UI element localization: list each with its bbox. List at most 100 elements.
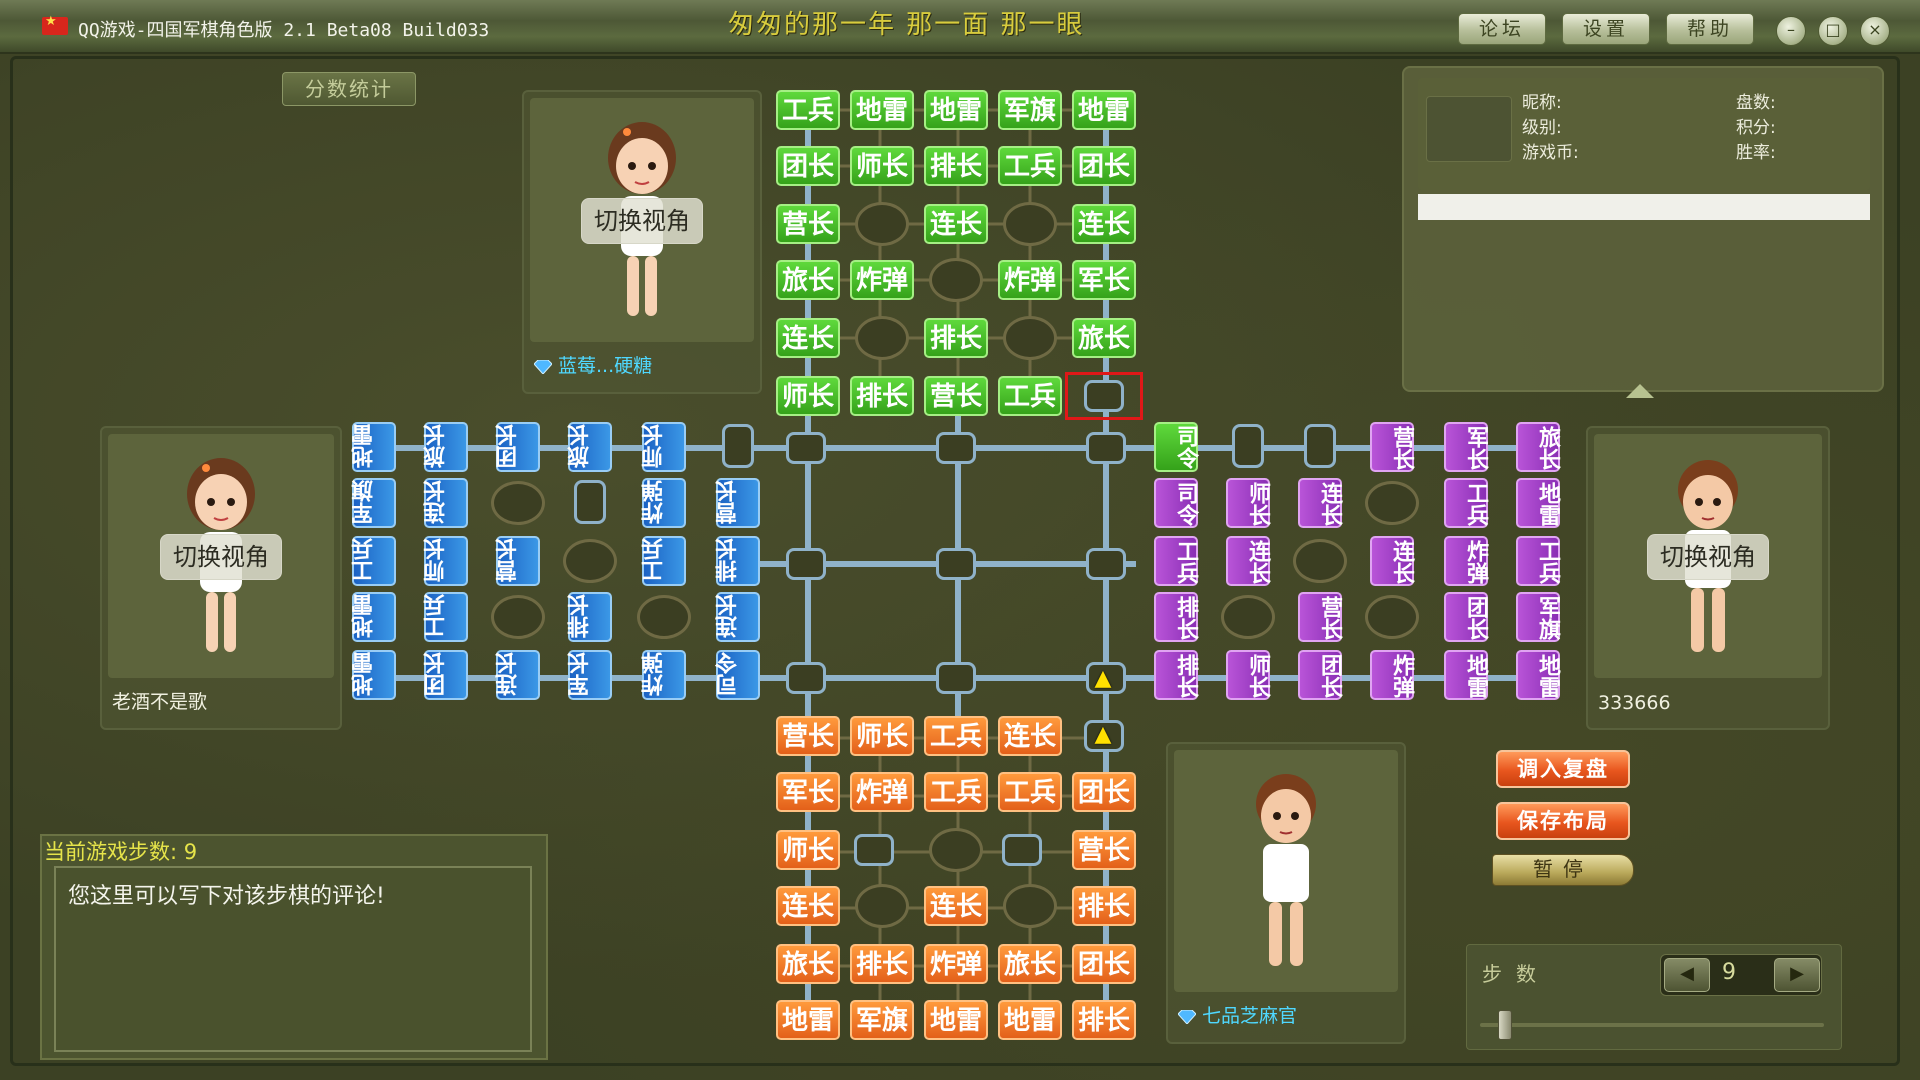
piece-orange[interactable]: 旅长 bbox=[998, 944, 1062, 984]
piece-purple[interactable]: 师长 bbox=[1226, 478, 1270, 528]
piece-blue[interactable]: 军长 bbox=[568, 650, 612, 700]
comment-textarea[interactable]: 您这里可以写下对该步棋的评论! bbox=[54, 866, 532, 1052]
piece-blue[interactable]: 司令 bbox=[716, 650, 760, 700]
load-replay-button[interactable]: 调入复盘 bbox=[1496, 750, 1630, 788]
piece-orange[interactable]: 排长 bbox=[1072, 886, 1136, 926]
selected-cell-highlight[interactable] bbox=[1065, 372, 1143, 420]
piece-green[interactable]: 团长 bbox=[1072, 146, 1136, 186]
piece-purple[interactable]: 团长 bbox=[1444, 592, 1488, 642]
piece-blue[interactable]: 炸弹 bbox=[642, 650, 686, 700]
camp-cell[interactable] bbox=[1365, 481, 1419, 525]
empty-post[interactable] bbox=[1304, 424, 1336, 468]
piece-green[interactable]: 炸弹 bbox=[998, 260, 1062, 300]
piece-blue[interactable]: 排长 bbox=[716, 536, 760, 586]
piece-green[interactable]: 工兵 bbox=[998, 146, 1062, 186]
empty-post[interactable] bbox=[854, 834, 894, 866]
piece-purple[interactable]: 连长 bbox=[1370, 536, 1414, 586]
piece-purple[interactable]: 工兵 bbox=[1154, 536, 1198, 586]
empty-post[interactable] bbox=[574, 480, 606, 524]
camp-cell[interactable] bbox=[1221, 595, 1275, 639]
rail-station[interactable] bbox=[1086, 432, 1126, 464]
piece-orange[interactable]: 团长 bbox=[1072, 772, 1136, 812]
piece-orange[interactable]: 排长 bbox=[850, 944, 914, 984]
piece-blue[interactable]: 营长 bbox=[496, 536, 540, 586]
piece-purple[interactable]: 地雷 bbox=[1444, 650, 1488, 700]
piece-orange[interactable]: 地雷 bbox=[924, 1000, 988, 1040]
camp-cell[interactable] bbox=[855, 202, 909, 246]
piece-orange[interactable]: 连长 bbox=[998, 716, 1062, 756]
piece-green[interactable]: 营长 bbox=[924, 376, 988, 416]
piece-orange[interactable]: 排长 bbox=[1072, 1000, 1136, 1040]
panel-collapse-icon[interactable] bbox=[1626, 384, 1654, 398]
piece-purple[interactable]: 连长 bbox=[1298, 478, 1342, 528]
piece-orange[interactable]: 军旗 bbox=[850, 1000, 914, 1040]
rail-station[interactable] bbox=[936, 432, 976, 464]
camp-cell[interactable] bbox=[1365, 595, 1419, 639]
piece-blue[interactable]: 团长 bbox=[496, 422, 540, 472]
piece-purple[interactable]: 炸弹 bbox=[1444, 536, 1488, 586]
piece-blue[interactable]: 连长 bbox=[424, 478, 468, 528]
piece-blue[interactable]: 旅长 bbox=[424, 422, 468, 472]
piece-blue[interactable]: 工兵 bbox=[352, 536, 396, 586]
piece-purple[interactable]: 营长 bbox=[1370, 422, 1414, 472]
piece-purple[interactable]: 军长 bbox=[1444, 422, 1488, 472]
piece-green[interactable]: 师长 bbox=[776, 376, 840, 416]
piece-orange[interactable]: 地雷 bbox=[776, 1000, 840, 1040]
piece-green[interactable]: 排长 bbox=[924, 146, 988, 186]
piece-purple[interactable]: 排长 bbox=[1154, 592, 1198, 642]
piece-blue[interactable]: 连长 bbox=[716, 592, 760, 642]
info-chat-bar[interactable] bbox=[1418, 194, 1870, 220]
piece-purple[interactable]: 师长 bbox=[1226, 650, 1270, 700]
pause-button[interactable]: 暂停 bbox=[1492, 854, 1634, 886]
piece-purple[interactable]: 排长 bbox=[1154, 650, 1198, 700]
camp-cell[interactable] bbox=[637, 595, 691, 639]
piece-orange[interactable]: 炸弹 bbox=[850, 772, 914, 812]
piece-orange[interactable]: 师长 bbox=[776, 830, 840, 870]
piece-blue[interactable]: 营长 bbox=[716, 478, 760, 528]
piece-green[interactable]: 军旗 bbox=[998, 90, 1062, 130]
camp-cell[interactable] bbox=[1003, 202, 1057, 246]
piece-green[interactable]: 营长 bbox=[776, 204, 840, 244]
piece-green[interactable]: 地雷 bbox=[924, 90, 988, 130]
piece-green[interactable]: 排长 bbox=[924, 318, 988, 358]
camp-cell[interactable] bbox=[855, 884, 909, 928]
step-slider-thumb[interactable] bbox=[1498, 1010, 1512, 1040]
piece-orange[interactable]: 营长 bbox=[776, 716, 840, 756]
piece-purple[interactable]: 工兵 bbox=[1444, 478, 1488, 528]
piece-blue[interactable]: 地雷 bbox=[352, 650, 396, 700]
piece-blue[interactable]: 师长 bbox=[424, 536, 468, 586]
piece-orange[interactable]: 营长 bbox=[1072, 830, 1136, 870]
piece-green[interactable]: 旅长 bbox=[776, 260, 840, 300]
camp-cell[interactable] bbox=[929, 258, 983, 302]
piece-orange[interactable]: 连长 bbox=[924, 886, 988, 926]
piece-blue[interactable]: 连长 bbox=[496, 650, 540, 700]
piece-blue[interactable]: 旅长 bbox=[568, 422, 612, 472]
piece-blue[interactable]: 排长 bbox=[568, 592, 612, 642]
piece-orange[interactable]: 炸弹 bbox=[924, 944, 988, 984]
step-next-button[interactable]: ▶ bbox=[1774, 958, 1820, 992]
piece-orange[interactable]: 工兵 bbox=[924, 772, 988, 812]
piece-green[interactable]: 司令 bbox=[1154, 422, 1198, 472]
piece-orange[interactable]: 工兵 bbox=[924, 716, 988, 756]
piece-green[interactable]: 地雷 bbox=[850, 90, 914, 130]
piece-green[interactable]: 师长 bbox=[850, 146, 914, 186]
piece-green[interactable]: 工兵 bbox=[998, 376, 1062, 416]
piece-green[interactable]: 地雷 bbox=[1072, 90, 1136, 130]
empty-post[interactable] bbox=[1002, 834, 1042, 866]
piece-purple[interactable]: 营长 bbox=[1298, 592, 1342, 642]
piece-purple[interactable]: 司令 bbox=[1154, 478, 1198, 528]
rail-station[interactable] bbox=[786, 662, 826, 694]
camp-cell[interactable] bbox=[563, 539, 617, 583]
piece-purple[interactable]: 工兵 bbox=[1516, 536, 1560, 586]
piece-green[interactable]: 旅长 bbox=[1072, 318, 1136, 358]
piece-purple[interactable]: 军旗 bbox=[1516, 592, 1560, 642]
rail-station[interactable] bbox=[1086, 548, 1126, 580]
piece-orange[interactable]: 地雷 bbox=[998, 1000, 1062, 1040]
piece-green[interactable]: 炸弹 bbox=[850, 260, 914, 300]
piece-purple[interactable]: 旅长 bbox=[1516, 422, 1560, 472]
piece-orange[interactable]: 旅长 bbox=[776, 944, 840, 984]
piece-blue[interactable]: 军旗 bbox=[352, 478, 396, 528]
piece-blue[interactable]: 工兵 bbox=[424, 592, 468, 642]
piece-blue[interactable]: 炸弹 bbox=[642, 478, 686, 528]
piece-purple[interactable]: 地雷 bbox=[1516, 478, 1560, 528]
